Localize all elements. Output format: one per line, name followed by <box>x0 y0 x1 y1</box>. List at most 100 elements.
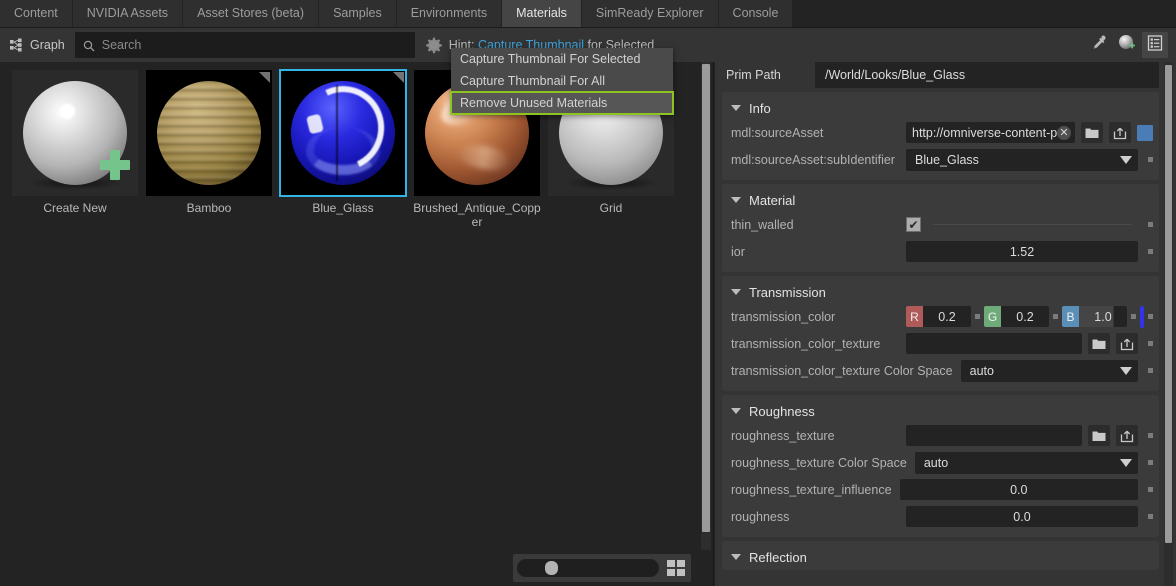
options-menu-button[interactable] <box>1142 32 1168 58</box>
gear-icon <box>425 36 443 54</box>
browse-folder-button[interactable] <box>1081 122 1103 143</box>
roughness-input[interactable]: 0.0 <box>906 506 1138 527</box>
browser-footer <box>0 550 699 586</box>
prim-path-value[interactable]: /World/Looks/Blue_Glass <box>815 62 1159 88</box>
section-header-transmission[interactable]: Transmission <box>722 281 1159 303</box>
options-menu-icon <box>1146 34 1164 57</box>
tab-content[interactable]: Content <box>0 0 73 27</box>
section-header-reflection[interactable]: Reflection <box>722 546 1159 568</box>
channel-label-b: B <box>1062 306 1079 327</box>
open-external-button[interactable] <box>1116 425 1138 446</box>
thumbnail[interactable] <box>12 70 138 196</box>
menu-item-remove-unused-materials[interactable]: Remove Unused Materials <box>450 91 674 115</box>
roughness-color-space-dropdown[interactable]: auto <box>914 451 1138 474</box>
property-override-indicator[interactable] <box>1148 514 1153 519</box>
chevron-down-icon <box>731 197 741 203</box>
thin-walled-checkbox[interactable]: ✔ <box>906 217 921 232</box>
material-card-blue-glass[interactable]: Blue_Glass <box>278 69 408 229</box>
roughness-texture-influence-input[interactable]: 0.0 <box>899 479 1138 500</box>
tab-simready-explorer[interactable]: SimReady Explorer <box>581 0 719 27</box>
open-external-button[interactable] <box>1116 333 1138 354</box>
menu-item-capture-thumbnail-for-selected[interactable]: Capture Thumbnail For Selected <box>451 48 673 70</box>
property-row-roughness-texture-influence: roughness_texture_influence 0.0 <box>722 476 1159 503</box>
scrollbar-thumb[interactable] <box>1165 65 1172 543</box>
graph-icon <box>10 38 24 52</box>
property-label: thin_walled <box>731 217 794 232</box>
property-override-indicator[interactable] <box>1148 249 1153 254</box>
add-material-button[interactable] <box>1114 32 1140 58</box>
graph-button[interactable]: Graph <box>0 28 75 62</box>
tab-environments[interactable]: Environments <box>396 0 503 27</box>
property-row-roughness: roughness 0.0 <box>722 503 1159 530</box>
property-override-indicator[interactable] <box>1148 314 1153 319</box>
material-browser-panel: Create New Bamboo Blue_Glass Brushed_Ant… <box>0 62 714 586</box>
chevron-down-icon <box>1120 366 1132 375</box>
property-label: roughness_texture <box>731 428 835 443</box>
browse-folder-button[interactable] <box>1088 425 1110 446</box>
transmission-color-texture-input[interactable] <box>906 333 1082 354</box>
eyedropper-button[interactable] <box>1086 32 1112 58</box>
prim-path-label: Prim Path <box>726 68 781 82</box>
transmission-color-swatch[interactable] <box>1140 305 1144 328</box>
property-override-indicator[interactable] <box>1148 222 1153 227</box>
thumbnail-size-slider[interactable] <box>517 559 659 577</box>
context-menu: Capture Thumbnail For Selected Capture T… <box>450 48 674 115</box>
search-input[interactable] <box>101 38 392 52</box>
divider <box>933 224 1132 225</box>
property-label: mdl:sourceAsset <box>731 125 824 140</box>
zoom-control-group <box>513 554 691 582</box>
grid-view-toggle[interactable] <box>665 558 687 578</box>
section-transmission: Transmission transmission_color R 0.2 G … <box>722 276 1159 391</box>
section-header-roughness[interactable]: Roughness <box>722 400 1159 422</box>
toolbar-icon-group <box>1086 32 1176 58</box>
transmission-color-r-input[interactable]: 0.2 <box>923 306 971 327</box>
section-material: Material thin_walled ✔ ior 1.52 <box>722 184 1159 272</box>
section-header-info[interactable]: Info <box>722 97 1159 119</box>
source-asset-input[interactable]: http://omniverse-content-p ✕ <box>906 122 1075 143</box>
property-override-indicator[interactable] <box>975 314 980 319</box>
subidentifier-dropdown[interactable]: Blue_Glass <box>906 148 1138 171</box>
properties-vertical-scrollbar[interactable] <box>1164 62 1173 586</box>
chevron-down-icon <box>1120 458 1132 467</box>
property-label: transmission_color_texture <box>731 336 881 351</box>
section-header-material[interactable]: Material <box>722 189 1159 211</box>
slider-handle[interactable] <box>545 561 558 575</box>
chevron-down-icon <box>731 408 741 414</box>
roughness-texture-input[interactable] <box>906 425 1082 446</box>
transmission-color-space-dropdown[interactable]: auto <box>960 359 1138 382</box>
property-override-indicator[interactable] <box>1148 433 1153 438</box>
tab-materials[interactable]: Materials <box>502 0 582 27</box>
transmission-color-g-input[interactable]: 0.2 <box>1001 306 1049 327</box>
property-override-indicator[interactable] <box>1148 341 1153 346</box>
browser-vertical-scrollbar[interactable] <box>701 62 711 550</box>
property-override-indicator[interactable] <box>1053 314 1058 319</box>
menu-item-capture-thumbnail-for-all[interactable]: Capture Thumbnail For All <box>451 70 673 92</box>
property-override-indicator[interactable] <box>1148 368 1153 373</box>
material-card-bamboo[interactable]: Bamboo <box>144 70 274 229</box>
scrollbar-thumb[interactable] <box>702 64 710 533</box>
search-box[interactable] <box>74 32 415 58</box>
open-external-button[interactable] <box>1109 122 1131 143</box>
property-label: transmission_color <box>731 309 836 324</box>
thumbnail[interactable] <box>279 69 407 197</box>
property-override-indicator[interactable] <box>1148 157 1153 162</box>
property-override-indicator[interactable] <box>1148 460 1153 465</box>
tab-nvidia-assets[interactable]: NVIDIA Assets <box>72 0 184 27</box>
add-material-icon <box>1117 33 1137 58</box>
asset-type-swatch[interactable] <box>1137 124 1153 141</box>
material-card-create-new[interactable]: Create New <box>10 70 140 229</box>
property-row-thin-walled: thin_walled ✔ <box>722 211 1159 238</box>
browse-folder-button[interactable] <box>1088 333 1110 354</box>
clear-icon[interactable]: ✕ <box>1057 125 1071 140</box>
tab-asset-stores[interactable]: Asset Stores (beta) <box>183 0 320 27</box>
property-label: roughness <box>731 509 790 524</box>
ior-input[interactable]: 1.52 <box>906 241 1138 262</box>
property-override-indicator[interactable] <box>1131 314 1136 319</box>
property-label: roughness_texture Color Space <box>731 455 907 470</box>
tab-samples[interactable]: Samples <box>319 0 397 27</box>
thumbnail[interactable] <box>146 70 272 196</box>
channel-label-g: G <box>984 306 1001 327</box>
transmission-color-b-input[interactable]: 1.0 <box>1079 306 1127 327</box>
tab-console[interactable]: Console <box>718 0 794 27</box>
property-override-indicator[interactable] <box>1148 487 1153 492</box>
